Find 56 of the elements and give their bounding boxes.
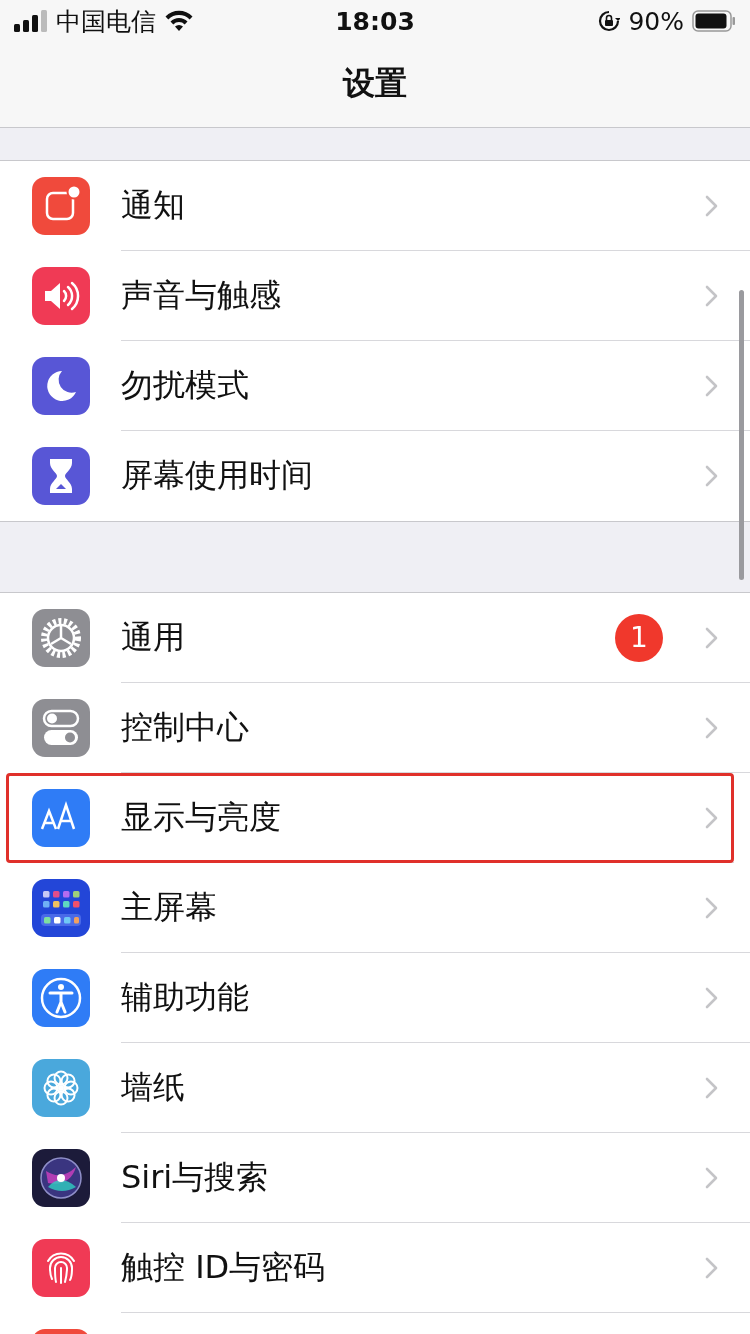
row-label: 通用 — [121, 616, 185, 658]
settings-row[interactable]: 触控 ID与密码 — [0, 1223, 750, 1313]
battery-percent: 90% — [628, 6, 684, 36]
settings-row[interactable]: 控制中心 — [0, 683, 750, 773]
flower-icon — [32, 1059, 90, 1117]
settings-row[interactable]: 通用 1 — [0, 593, 750, 683]
settings-row[interactable]: Siri与搜索 — [0, 1133, 750, 1223]
hourglass-icon — [32, 447, 90, 505]
row-label: 显示与亮度 — [121, 796, 281, 838]
row-label: 辅助功能 — [121, 976, 249, 1018]
chevron-icon — [705, 806, 718, 829]
chevron-icon — [705, 896, 718, 919]
row-label: 声音与触感 — [121, 274, 281, 316]
chevron-icon — [705, 284, 718, 307]
notifications-icon — [32, 177, 90, 235]
battery-icon — [692, 10, 736, 32]
row-label: 控制中心 — [121, 706, 249, 748]
row-label: 主屏幕 — [121, 886, 217, 928]
toggles-icon — [32, 699, 90, 757]
chevron-icon — [705, 1256, 718, 1279]
row-label: Siri与搜索 — [121, 1156, 269, 1198]
siri-icon — [32, 1149, 90, 1207]
moon-icon — [32, 357, 90, 415]
row-label: 触控 ID与密码 — [121, 1246, 326, 1288]
gear-icon — [32, 609, 90, 667]
settings-row[interactable]: 声音与触感 — [0, 251, 750, 341]
chevron-icon — [705, 716, 718, 739]
settings-row[interactable]: 显示与亮度 — [6, 773, 734, 863]
settings-row[interactable]: 屏幕使用时间 — [0, 431, 750, 521]
page-title: 设置 — [343, 63, 407, 104]
status-time: 18:03 — [335, 6, 415, 36]
wifi-icon — [164, 10, 194, 32]
settings-row[interactable]: 通知 — [0, 161, 750, 251]
settings-row[interactable]: 主屏幕 — [0, 863, 750, 953]
chevron-icon — [705, 626, 718, 649]
display-icon — [32, 789, 90, 847]
chevron-icon — [705, 194, 718, 217]
rotation-lock-icon — [598, 10, 621, 32]
chevron-icon — [705, 1076, 718, 1099]
settings-row[interactable]: 辅助功能 — [0, 953, 750, 1043]
sounds-icon — [32, 267, 90, 325]
row-label: 通知 — [121, 184, 185, 226]
fingerprint-icon — [32, 1239, 90, 1297]
chevron-icon — [705, 1166, 718, 1189]
row-label: 屏幕使用时间 — [121, 455, 313, 496]
chevron-icon — [705, 986, 718, 1009]
settings-row[interactable]: 墙纸 — [0, 1043, 750, 1133]
carrier-name: 中国电信 — [56, 5, 156, 38]
signal-icon — [14, 10, 48, 32]
chevron-icon — [705, 465, 718, 487]
notification-badge: 1 — [615, 613, 663, 662]
home-icon — [32, 879, 90, 937]
chevron-icon — [705, 374, 718, 397]
accessibility-icon — [32, 969, 90, 1027]
row-label: 墙纸 — [121, 1066, 185, 1108]
row-label: 勿扰模式 — [121, 364, 249, 406]
